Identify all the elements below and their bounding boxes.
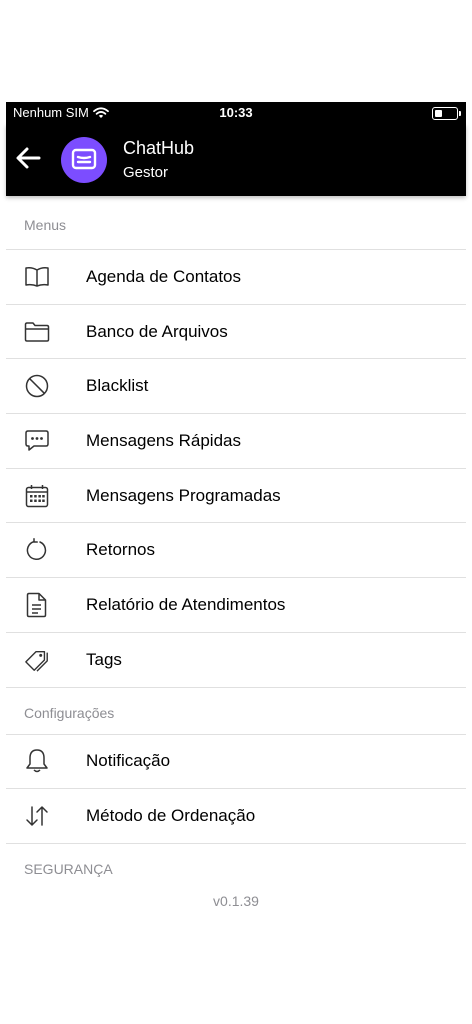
- document-icon: [24, 592, 50, 618]
- menu-item-label: Mensagens Rápidas: [86, 430, 241, 450]
- menu-item-mensagens-programadas[interactable]: Mensagens Programadas: [6, 469, 466, 524]
- section-seguranca: SEGURANÇA: [24, 860, 113, 877]
- book-icon: [24, 264, 50, 290]
- menu-item-relatorio-de-atendimentos[interactable]: Relatório de Atendimentos: [6, 578, 466, 633]
- menu-item-label: Relatório de Atendimentos: [86, 594, 286, 614]
- phone-screen: Nenhum SIM 10:33 ChatHub Gestor Menus Ag…: [6, 102, 466, 909]
- version-label: v0.1.39: [213, 892, 259, 909]
- refresh-icon: [24, 537, 50, 563]
- clock: 10:33: [219, 105, 253, 120]
- tags-icon: [24, 647, 50, 673]
- menu-item-retornos[interactable]: Retornos: [6, 523, 466, 579]
- app-header: ChatHub Gestor: [6, 124, 466, 196]
- menu-item-label: Método de Ordenação: [86, 806, 256, 826]
- menu-item-notificacao[interactable]: Notificação: [6, 735, 466, 790]
- menu-item-label: Blacklist: [86, 376, 149, 396]
- menu-item-blacklist[interactable]: Blacklist: [6, 359, 466, 415]
- chat-logo-icon: [71, 148, 97, 170]
- menu-item-label: Tags: [86, 649, 122, 669]
- app-title: ChatHub: [123, 138, 195, 158]
- back-arrow-icon[interactable]: [14, 144, 42, 172]
- menu-item-label: Notificação: [86, 751, 171, 771]
- menu-item-agenda-de-contatos[interactable]: Agenda de Contatos: [6, 250, 466, 305]
- menu-item-metodo-de-ordenacao[interactable]: Método de Ordenação: [6, 789, 466, 844]
- menu-item-label: Mensagens Programadas: [86, 485, 281, 505]
- section-menus: Menus: [6, 196, 466, 250]
- battery-icon: [432, 107, 461, 120]
- bell-icon: [24, 748, 50, 774]
- menu-item-label: Agenda de Contatos: [86, 266, 242, 286]
- sort-arrows-icon: [24, 803, 50, 829]
- menu-item-mensagens-rapidas[interactable]: Mensagens Rápidas: [6, 414, 466, 469]
- calendar-icon: [24, 483, 50, 509]
- section-configuracoes: Configurações: [6, 688, 466, 735]
- block-icon: [24, 373, 50, 399]
- chat-bubble-icon: [24, 428, 50, 454]
- menu-item-label: Retornos: [86, 540, 155, 560]
- app-subtitle: Gestor: [123, 164, 169, 181]
- folder-icon: [24, 319, 50, 345]
- menu-item-tags[interactable]: Tags: [6, 633, 466, 688]
- avatar: [61, 137, 107, 183]
- menu-item-label: Banco de Arquivos: [86, 321, 228, 341]
- status-bar: Nenhum SIM 10:33: [6, 102, 466, 124]
- menu-item-banco-de-arquivos[interactable]: Banco de Arquivos: [6, 305, 466, 360]
